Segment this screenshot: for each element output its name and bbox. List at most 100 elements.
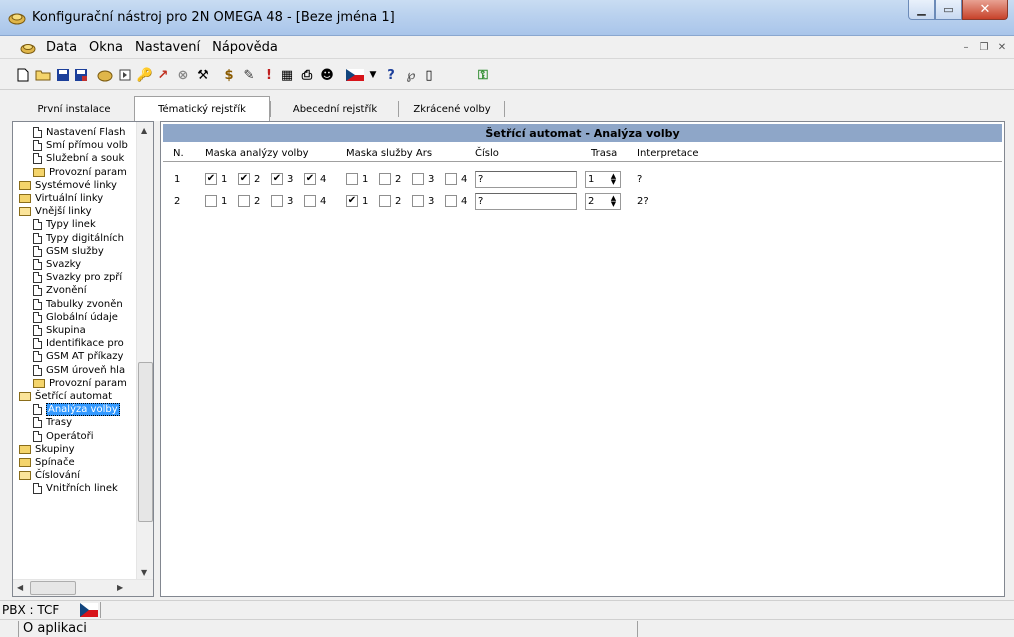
ars-mask-checkbox[interactable]: [445, 195, 457, 207]
navigation-tree[interactable]: Nastavení Flash Smí přímou volb Služební a…: [12, 121, 154, 597]
key-icon[interactable]: 🔑: [136, 66, 154, 84]
folder-icon: [19, 444, 31, 454]
stop-icon[interactable]: ⊗: [174, 66, 192, 84]
tab-alphabetic-index[interactable]: Abecední rejstřík: [272, 98, 398, 120]
ars-mask-checkbox[interactable]: ✔: [346, 195, 358, 207]
new-file-icon[interactable]: [14, 66, 32, 84]
about-app[interactable]: O aplikaci: [18, 621, 638, 637]
tree-item[interactable]: Spínače: [19, 456, 75, 469]
tree-item[interactable]: GSM úroveň hla: [33, 364, 125, 377]
route-stepper[interactable]: 1 ▲ ▼: [585, 171, 621, 188]
tree-item[interactable]: Globální údaje: [33, 311, 118, 324]
dial-mask-checkbox[interactable]: ✔: [271, 173, 283, 185]
open-folder-icon[interactable]: [34, 66, 52, 84]
scroll-down-icon[interactable]: ▼: [141, 568, 147, 577]
czech-flag-icon[interactable]: [346, 66, 364, 84]
tree-scroll-thumb[interactable]: [138, 362, 153, 522]
tree-item[interactable]: Typy linek: [33, 218, 96, 231]
tree-hscroll-thumb[interactable]: [30, 581, 76, 595]
document-icon: [33, 298, 42, 310]
tree-item[interactable]: Vnitřních linek: [33, 482, 118, 495]
context-help-icon[interactable]: ℘: [402, 66, 420, 84]
ars-mask-checkbox[interactable]: [445, 173, 457, 185]
scroll-right-icon[interactable]: ▶: [117, 583, 123, 592]
tree-item[interactable]: Systémové linky: [19, 179, 117, 192]
dial-mask-checkbox[interactable]: ✔: [205, 173, 217, 185]
chevron-down-icon[interactable]: ▼: [364, 66, 382, 84]
number-field[interactable]: ?: [475, 171, 577, 188]
ars-mask-checkbox[interactable]: [346, 173, 358, 185]
save-as-icon[interactable]: [72, 66, 90, 84]
tree-item[interactable]: Nastavení Flash: [33, 126, 125, 139]
window-icon[interactable]: [116, 66, 134, 84]
tree-item[interactable]: Skupiny: [19, 443, 75, 456]
tree-item[interactable]: Virtuální linky: [19, 192, 103, 205]
spin-arrows-icon[interactable]: ▲ ▼: [608, 195, 619, 208]
tab-thematic-index[interactable]: Tématický rejstřík: [134, 96, 270, 121]
menu-napoveda[interactable]: Nápověda: [212, 40, 278, 55]
alert-icon[interactable]: !: [260, 66, 278, 84]
tree-item[interactable]: Služební a souk: [33, 152, 124, 165]
dial-mask-checkbox[interactable]: [271, 195, 283, 207]
tree-item[interactable]: Typy digitálních: [33, 232, 124, 245]
scroll-left-icon[interactable]: ◀: [17, 583, 23, 592]
pen-icon[interactable]: ✎: [240, 66, 258, 84]
dial-mask-checkbox[interactable]: [304, 195, 316, 207]
tree-horizontal-scrollbar[interactable]: ◀ ▶: [13, 579, 153, 596]
menu-okna[interactable]: Okna: [89, 40, 123, 55]
tree-vertical-scrollbar[interactable]: ▲ ▼: [136, 122, 153, 581]
tree-item[interactable]: Smí přímou volb: [33, 139, 128, 152]
tree-item[interactable]: Svazky: [33, 258, 81, 271]
tree-item[interactable]: GSM AT příkazy: [33, 350, 123, 363]
mdi-close-button[interactable]: ✕: [994, 40, 1010, 55]
ars-mask-checkbox[interactable]: [412, 173, 424, 185]
user-icon[interactable]: ☻: [318, 66, 336, 84]
tree-item[interactable]: Trasy: [33, 416, 72, 429]
tab-speed-dials[interactable]: Zkrácené volby: [400, 98, 504, 120]
number-field[interactable]: ?: [475, 193, 577, 210]
tree-item[interactable]: Provozní param: [33, 166, 127, 179]
tree-item[interactable]: Tabulky zvoněn: [33, 298, 123, 311]
tree-item[interactable]: Analýza volby: [33, 403, 120, 417]
document-icon: [33, 219, 42, 231]
save-icon[interactable]: [54, 66, 72, 84]
spin-arrows-icon[interactable]: ▲ ▼: [608, 173, 619, 186]
tree-item[interactable]: Skupina: [33, 324, 86, 337]
menu-data[interactable]: Data: [46, 40, 77, 55]
tools-icon[interactable]: ⚒: [194, 66, 212, 84]
tree-item[interactable]: GSM služby: [33, 245, 104, 258]
dial-mask-checkbox[interactable]: ✔: [238, 173, 250, 185]
route-stepper[interactable]: 2 ▲ ▼: [585, 193, 621, 210]
exit-icon[interactable]: ▯: [420, 66, 438, 84]
report-icon[interactable]: ▦: [278, 66, 296, 84]
ars-mask-checkbox[interactable]: [412, 195, 424, 207]
tab-first-install[interactable]: První instalace: [14, 98, 134, 120]
tree-item[interactable]: Šetřící automat: [19, 390, 112, 403]
help-icon[interactable]: ?: [382, 66, 400, 84]
menu-nastaveni[interactable]: Nastavení: [135, 40, 200, 55]
maximize-button[interactable]: ▭: [935, 0, 962, 20]
tree-item[interactable]: Vnější linky: [19, 205, 92, 218]
dial-mask-checkbox[interactable]: [238, 195, 250, 207]
close-button[interactable]: ✕: [962, 0, 1008, 20]
tree-item[interactable]: Číslování: [19, 469, 80, 482]
mdi-minimize-button[interactable]: –: [958, 40, 974, 55]
pbx-icon[interactable]: [96, 66, 114, 84]
tree-item[interactable]: Zvonění: [33, 284, 87, 297]
minimize-button[interactable]: ▁: [908, 0, 935, 20]
scroll-up-icon[interactable]: ▲: [141, 126, 147, 135]
dollar-icon[interactable]: $: [220, 66, 238, 84]
dial-mask-checkbox[interactable]: [205, 195, 217, 207]
dial-mask-checkbox[interactable]: ✔: [304, 173, 316, 185]
tree-item[interactable]: Provozní param: [33, 377, 127, 390]
tree-item[interactable]: Svazky pro zpří: [33, 271, 122, 284]
print-icon[interactable]: ⎙: [298, 66, 316, 84]
ars-mask-checkbox[interactable]: [379, 195, 391, 207]
tree-item[interactable]: Identifikace pro: [33, 337, 124, 350]
download-icon[interactable]: ↗: [154, 66, 172, 84]
license-key-icon[interactable]: ⚿: [474, 66, 492, 84]
interpretation-value: 2?: [637, 196, 649, 207]
ars-mask-checkbox[interactable]: [379, 173, 391, 185]
mdi-restore-button[interactable]: ❐: [976, 40, 992, 55]
tree-item[interactable]: Operátoři: [33, 430, 94, 443]
